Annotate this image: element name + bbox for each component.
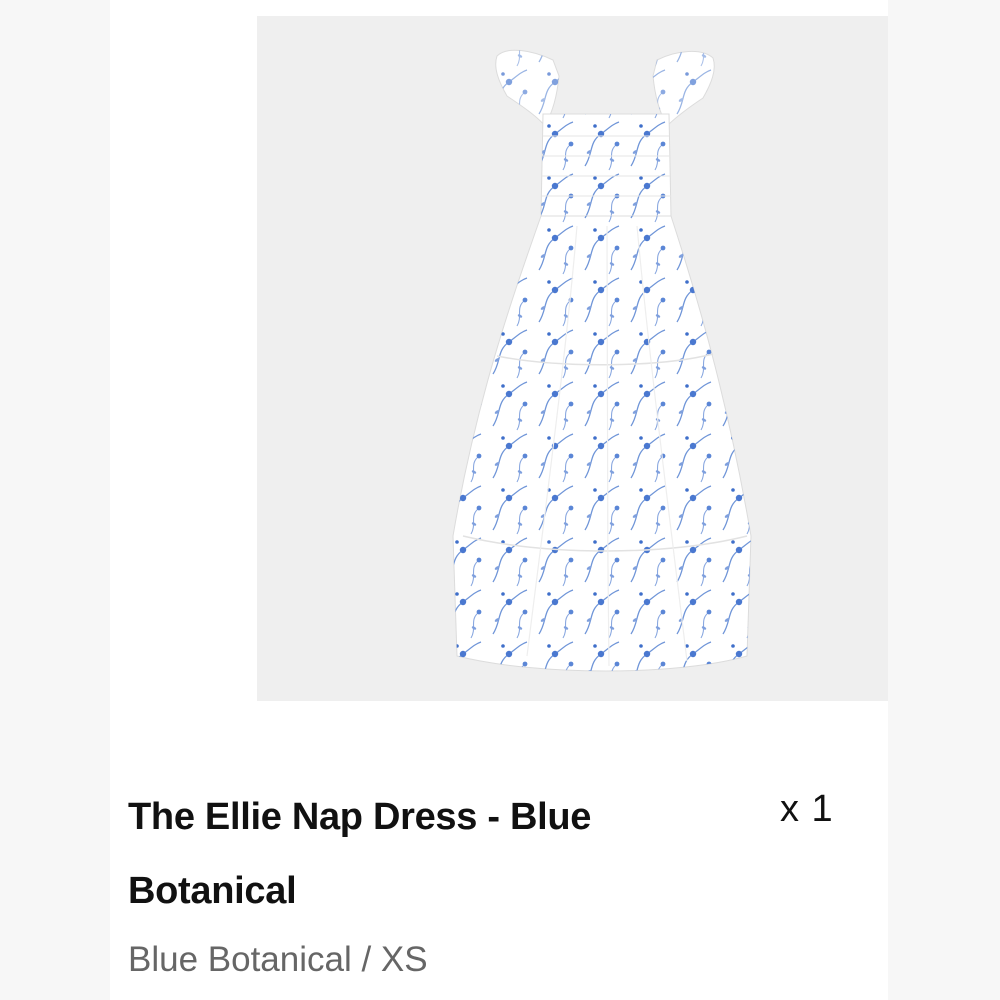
dress-image-icon xyxy=(452,49,752,672)
quantity-label: x 1 xyxy=(780,788,834,830)
product-image[interactable] xyxy=(257,16,888,701)
product-title[interactable]: The Ellie Nap Dress - Blue Botanical xyxy=(128,780,688,928)
variant-label: Blue Botanical / XS xyxy=(128,940,428,979)
